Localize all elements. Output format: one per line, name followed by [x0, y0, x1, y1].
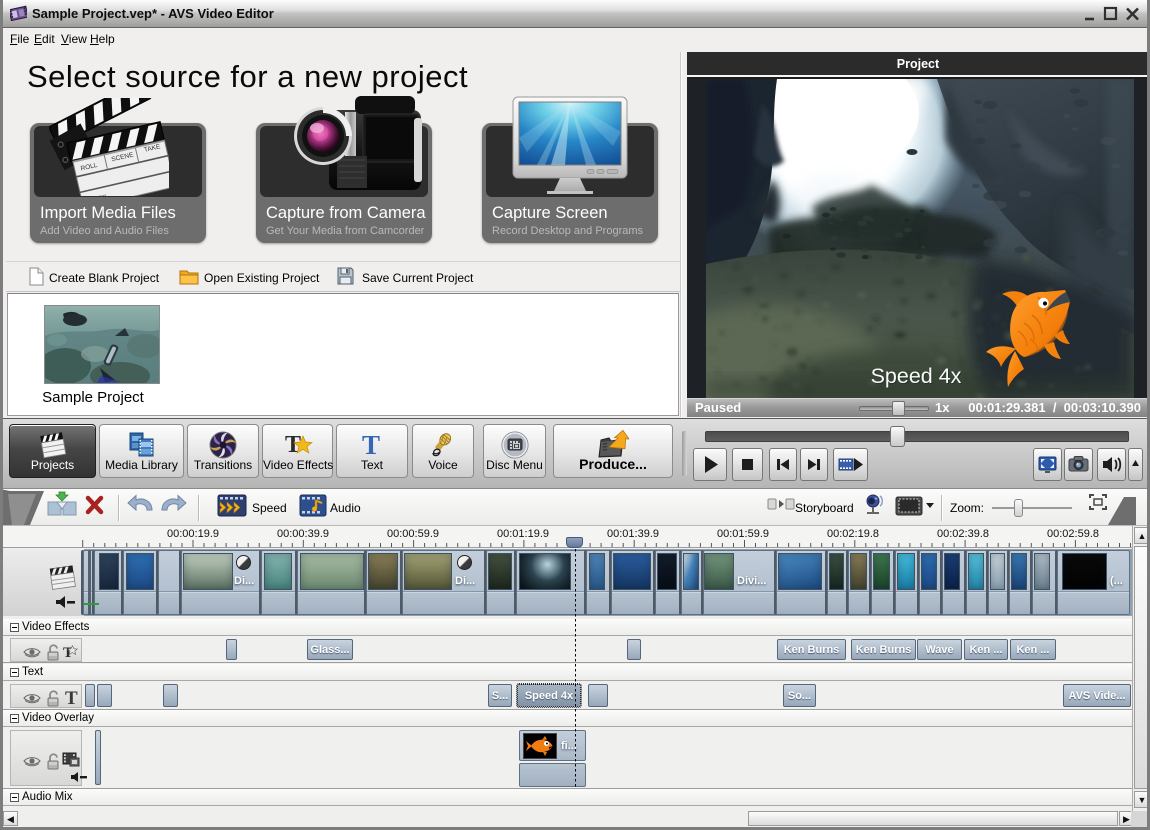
- svg-text:T: T: [362, 430, 380, 460]
- svg-text:Speed 4x: Speed 4x: [871, 364, 962, 388]
- svg-text:T: T: [65, 689, 78, 707]
